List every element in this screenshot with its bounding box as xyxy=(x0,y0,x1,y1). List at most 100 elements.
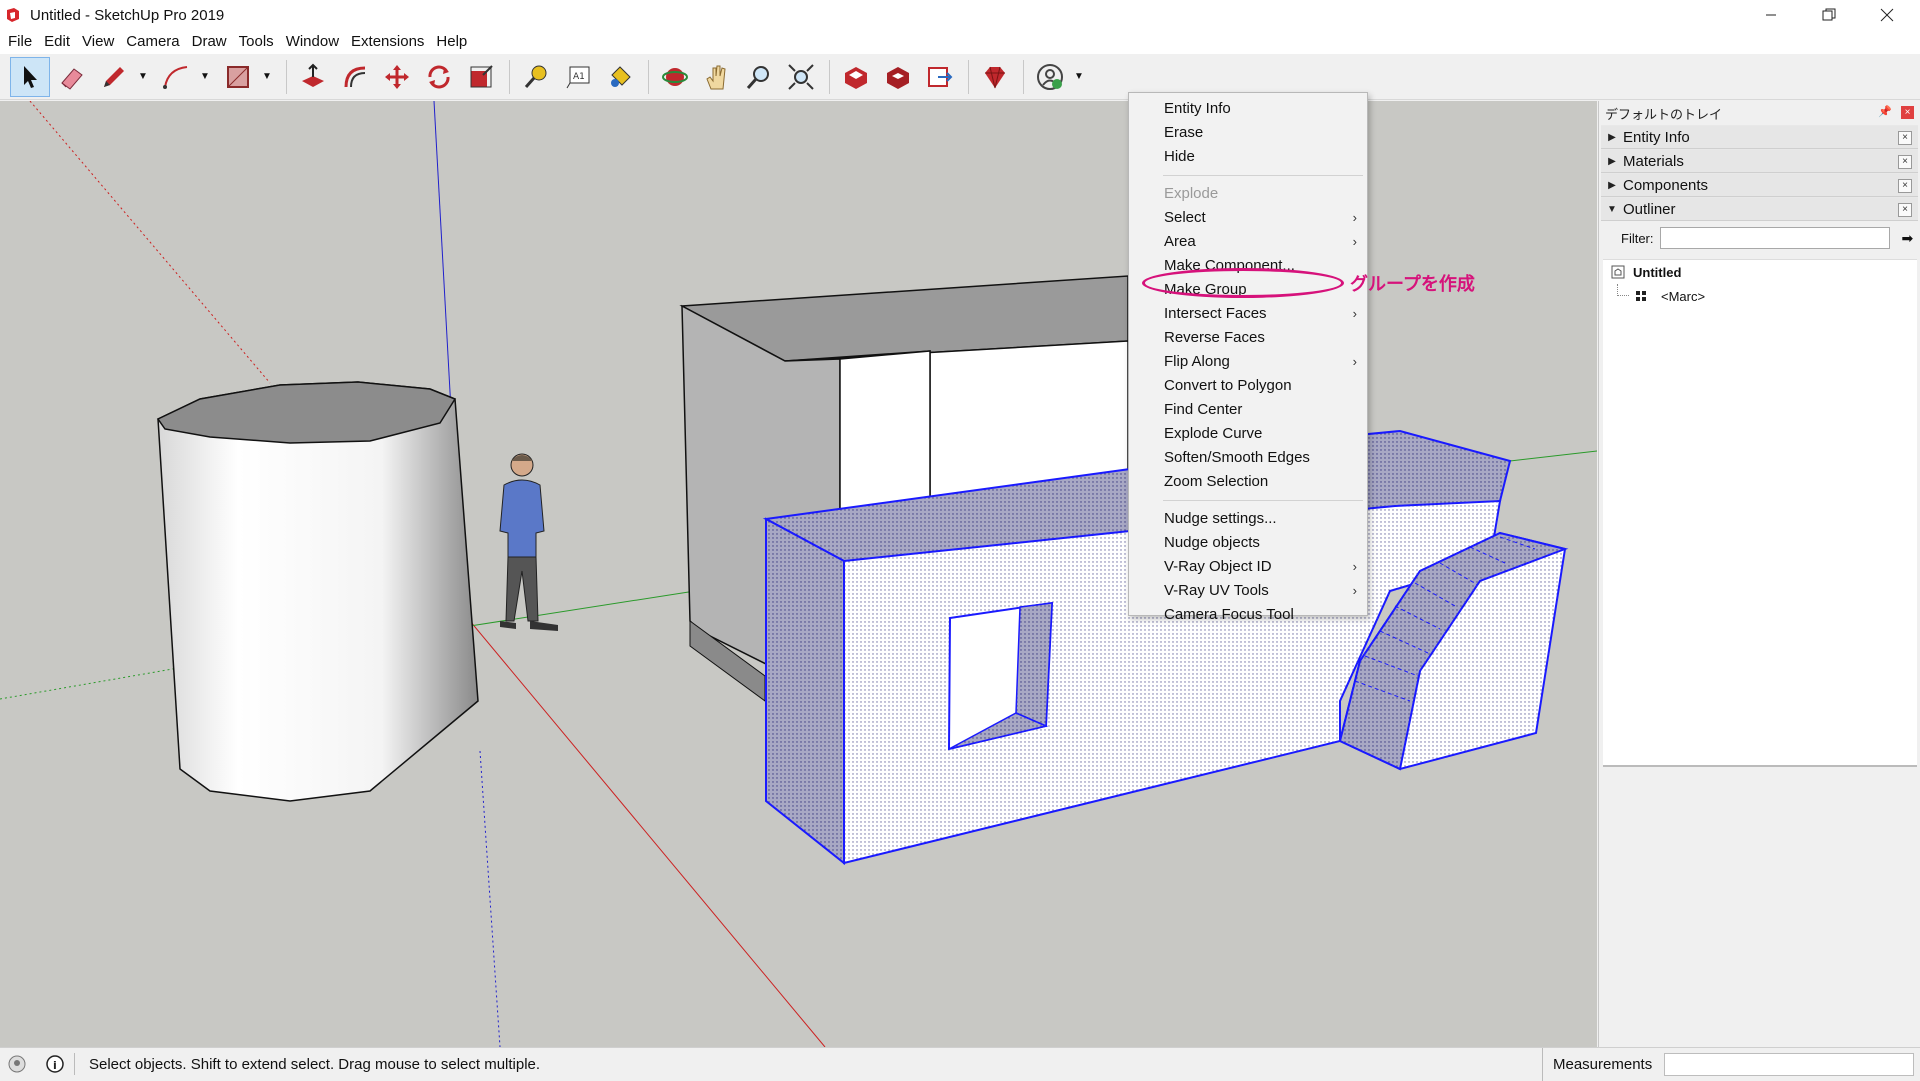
panel-components[interactable]: ▶ Components × xyxy=(1601,173,1918,197)
minimize-button[interactable] xyxy=(1742,0,1800,30)
menu-tools[interactable]: Tools xyxy=(233,30,280,54)
context-menu-area[interactable]: Area › xyxy=(1129,230,1367,254)
panel-close-button[interactable]: × xyxy=(1898,203,1912,217)
context-menu-convert-to-polygon[interactable]: Convert to Polygon xyxy=(1129,374,1367,398)
close-window-button[interactable] xyxy=(1858,0,1916,30)
sketchup-logo-icon xyxy=(7,8,19,22)
arc-tool[interactable] xyxy=(156,57,196,97)
submenu-arrow-icon: › xyxy=(1352,306,1357,321)
toolbar-separator xyxy=(829,59,830,94)
outliner-root-row[interactable]: Untitled xyxy=(1603,260,1917,284)
shape-dropdown[interactable]: ▼ xyxy=(260,57,274,97)
panel-label: Outliner xyxy=(1623,200,1676,218)
context-menu-intersect-faces[interactable]: Intersect Faces › xyxy=(1129,302,1367,326)
menu-draw[interactable]: Draw xyxy=(186,30,233,54)
menu-file[interactable]: File xyxy=(2,30,38,54)
tape-measure-tool[interactable] xyxy=(516,57,556,97)
context-menu-vray-uv-tools[interactable]: V-Ray UV Tools › xyxy=(1129,579,1367,603)
context-menu-soften-smooth-edges[interactable]: Soften/Smooth Edges xyxy=(1129,446,1367,470)
context-menu-explode-curve[interactable]: Explode Curve xyxy=(1129,422,1367,446)
pencil-tool[interactable] xyxy=(94,57,134,97)
3d-warehouse-tool[interactable] xyxy=(836,57,876,97)
menu-camera[interactable]: Camera xyxy=(120,30,185,54)
panel-materials[interactable]: ▶ Materials × xyxy=(1601,149,1918,173)
menu-item-label: Make Group xyxy=(1164,281,1247,298)
paint-bucket-tool[interactable] xyxy=(600,57,640,97)
extension-warehouse-tool[interactable] xyxy=(878,57,918,97)
expand-triangle-icon: ▶ xyxy=(1608,179,1616,191)
panel-label: Materials xyxy=(1623,152,1684,170)
pin-icon[interactable]: 📌 xyxy=(1878,105,1892,118)
panel-close-button[interactable]: × xyxy=(1898,155,1912,169)
orbit-tool[interactable] xyxy=(655,57,695,97)
toolbar-separator xyxy=(1023,59,1024,94)
rotate-tool[interactable] xyxy=(419,57,459,97)
context-menu-erase[interactable]: Erase xyxy=(1129,121,1367,145)
outliner-child-row[interactable]: <Marc> xyxy=(1603,284,1917,308)
menu-item-label: Explode Curve xyxy=(1164,425,1263,442)
pan-tool[interactable] xyxy=(697,57,737,97)
menu-view[interactable]: View xyxy=(76,30,120,54)
outliner-filter-row: Filter: ➡ xyxy=(1599,221,1920,255)
account-tool[interactable] xyxy=(1030,57,1070,97)
context-menu-make-group[interactable]: Make Group xyxy=(1129,278,1367,302)
context-menu-zoom-selection[interactable]: Zoom Selection xyxy=(1129,470,1367,494)
rectangle-tool[interactable] xyxy=(218,57,258,97)
zoom-extents-icon xyxy=(788,63,814,90)
context-menu-camera-focus-tool[interactable]: Camera Focus Tool xyxy=(1129,603,1367,627)
menu-edit[interactable]: Edit xyxy=(38,30,76,54)
outliner-options-arrow-icon[interactable]: ➡ xyxy=(1902,230,1914,247)
text-tool[interactable]: A1 xyxy=(558,57,598,97)
context-menu-vray-object-id[interactable]: V-Ray Object ID › xyxy=(1129,555,1367,579)
send-to-layout-tool[interactable] xyxy=(920,57,960,97)
panel-entity-info[interactable]: ▶ Entity Info × xyxy=(1601,125,1918,149)
warehouse-icon xyxy=(845,66,867,89)
zoom-extents-tool[interactable] xyxy=(781,57,821,97)
context-menu-select[interactable]: Select › xyxy=(1129,206,1367,230)
maximize-button[interactable] xyxy=(1800,0,1858,30)
account-dropdown[interactable]: ▼ xyxy=(1072,57,1086,97)
menu-extensions[interactable]: Extensions xyxy=(345,30,430,54)
caret-down-icon: ▼ xyxy=(200,71,210,82)
panel-outliner[interactable]: ▼ Outliner × xyxy=(1601,197,1918,221)
cylinder-model[interactable] xyxy=(156,381,479,802)
context-menu-entity-info[interactable]: Entity Info xyxy=(1129,97,1367,121)
green-axis-dotted xyxy=(0,665,191,700)
scale-figure-person[interactable] xyxy=(499,453,558,631)
tray-close-button[interactable]: × xyxy=(1901,106,1914,119)
orbit-icon xyxy=(662,67,688,86)
context-menu-make-component[interactable]: Make Component... xyxy=(1129,254,1367,278)
info-icon[interactable]: i xyxy=(46,1055,64,1073)
measurements-input[interactable] xyxy=(1664,1053,1914,1076)
pencil-dropdown[interactable]: ▼ xyxy=(136,57,150,97)
panel-close-button[interactable]: × xyxy=(1898,131,1912,145)
menu-window[interactable]: Window xyxy=(280,30,345,54)
context-menu-reverse-faces[interactable]: Reverse Faces xyxy=(1129,326,1367,350)
rotate-icon xyxy=(428,65,450,88)
context-menu-nudge-settings[interactable]: Nudge settings... xyxy=(1129,507,1367,531)
geo-location-icon[interactable] xyxy=(8,1055,26,1073)
close-icon xyxy=(1880,8,1894,22)
tape-measure-icon xyxy=(524,65,547,88)
eraser-tool[interactable] xyxy=(52,57,92,97)
zoom-tool[interactable] xyxy=(739,57,779,97)
push-pull-tool[interactable] xyxy=(293,57,333,97)
move-tool[interactable] xyxy=(377,57,417,97)
select-tool[interactable] xyxy=(10,56,50,97)
context-menu-nudge-objects[interactable]: Nudge objects xyxy=(1129,531,1367,555)
extension-manager-tool[interactable] xyxy=(975,57,1015,97)
panel-close-button[interactable]: × xyxy=(1898,179,1912,193)
eraser-icon xyxy=(61,67,83,90)
context-menu-flip-along[interactable]: Flip Along › xyxy=(1129,350,1367,374)
scale-tool[interactable] xyxy=(461,57,501,97)
toolbar-separator xyxy=(509,59,510,94)
offset-tool[interactable] xyxy=(335,57,375,97)
arc-dropdown[interactable]: ▼ xyxy=(198,57,212,97)
caret-down-icon: ▼ xyxy=(262,71,272,82)
context-menu-find-center[interactable]: Find Center xyxy=(1129,398,1367,422)
menu-help[interactable]: Help xyxy=(430,30,473,54)
outliner-tree: Untitled <Marc> xyxy=(1603,259,1917,767)
outliner-filter-input[interactable] xyxy=(1659,227,1890,249)
context-menu-hide[interactable]: Hide xyxy=(1129,145,1367,169)
menu-item-label: Find Center xyxy=(1164,401,1243,418)
